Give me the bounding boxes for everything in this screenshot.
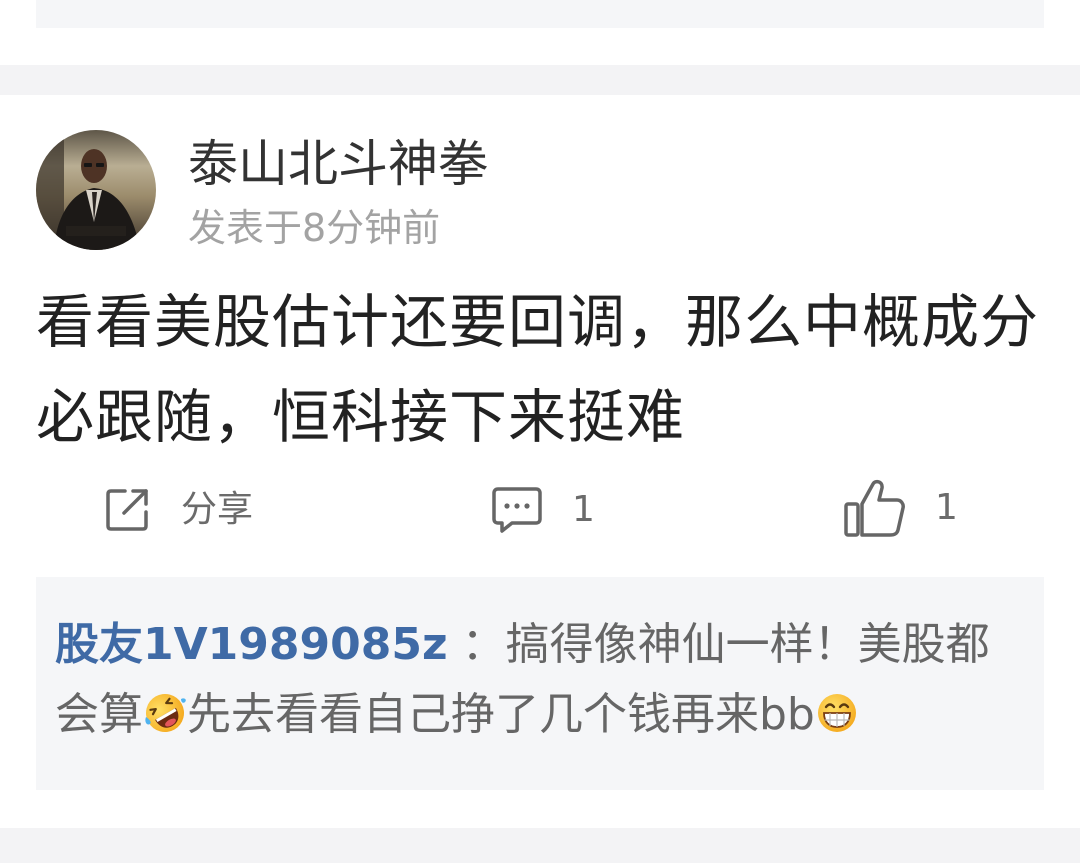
author-name[interactable]: 泰山北斗神拳: [188, 134, 488, 194]
reply-line: 股友1V1989085z ：搞得像神仙一样！美股都: [55, 609, 990, 681]
reply-author-link[interactable]: 股友1V1989085z: [55, 619, 448, 670]
post-content-line: 看看美股估计还要回调，那么中概成分: [36, 288, 1040, 356]
reply-text: ：搞得像神仙一样！美股都: [461, 619, 990, 670]
previous-reply-box[interactable]: [36, 0, 1044, 28]
comment-count: 1: [572, 489, 595, 530]
beaming-grin-emoji-icon: [817, 694, 856, 732]
avatar-photo: [36, 130, 156, 250]
rolling-on-floor-laughing-emoji-icon: [145, 694, 186, 732]
thumbs-up-icon[interactable]: [843, 478, 905, 538]
reply-text: 会算: [55, 689, 143, 740]
share-label: 分享: [181, 489, 254, 530]
author-avatar[interactable]: [36, 130, 156, 250]
post-time: 发表于8分钟前: [188, 206, 441, 250]
post-separator: [0, 65, 1080, 95]
post-card[interactable]: 泰山北斗神拳 发表于8分钟前 看看美股估计还要回调，那么中概成分 必跟随，恒科接…: [0, 95, 1080, 828]
post-content-line: 必跟随，恒科接下来挺难: [36, 383, 686, 451]
reply-line: 会算 先去看看自己挣了几个钱再来bb: [55, 679, 859, 751]
share-button[interactable]: 分享: [103, 480, 253, 540]
like-count: 1: [935, 487, 958, 528]
comment-icon[interactable]: [492, 487, 542, 533]
post-content[interactable]: 看看美股估计还要回调，那么中概成分 必跟随，恒科接下来挺难: [36, 275, 1046, 465]
share-icon[interactable]: [103, 486, 151, 534]
comment-button[interactable]: 1: [492, 480, 595, 540]
reply-text: 先去看看自己挣了几个钱再来bb: [187, 689, 815, 740]
reply-preview[interactable]: 股友1V1989085z ：搞得像神仙一样！美股都 会算 先去看看自己挣了几个钱…: [36, 577, 1044, 790]
like-button[interactable]: 1: [843, 476, 958, 540]
post-separator: [0, 828, 1080, 863]
